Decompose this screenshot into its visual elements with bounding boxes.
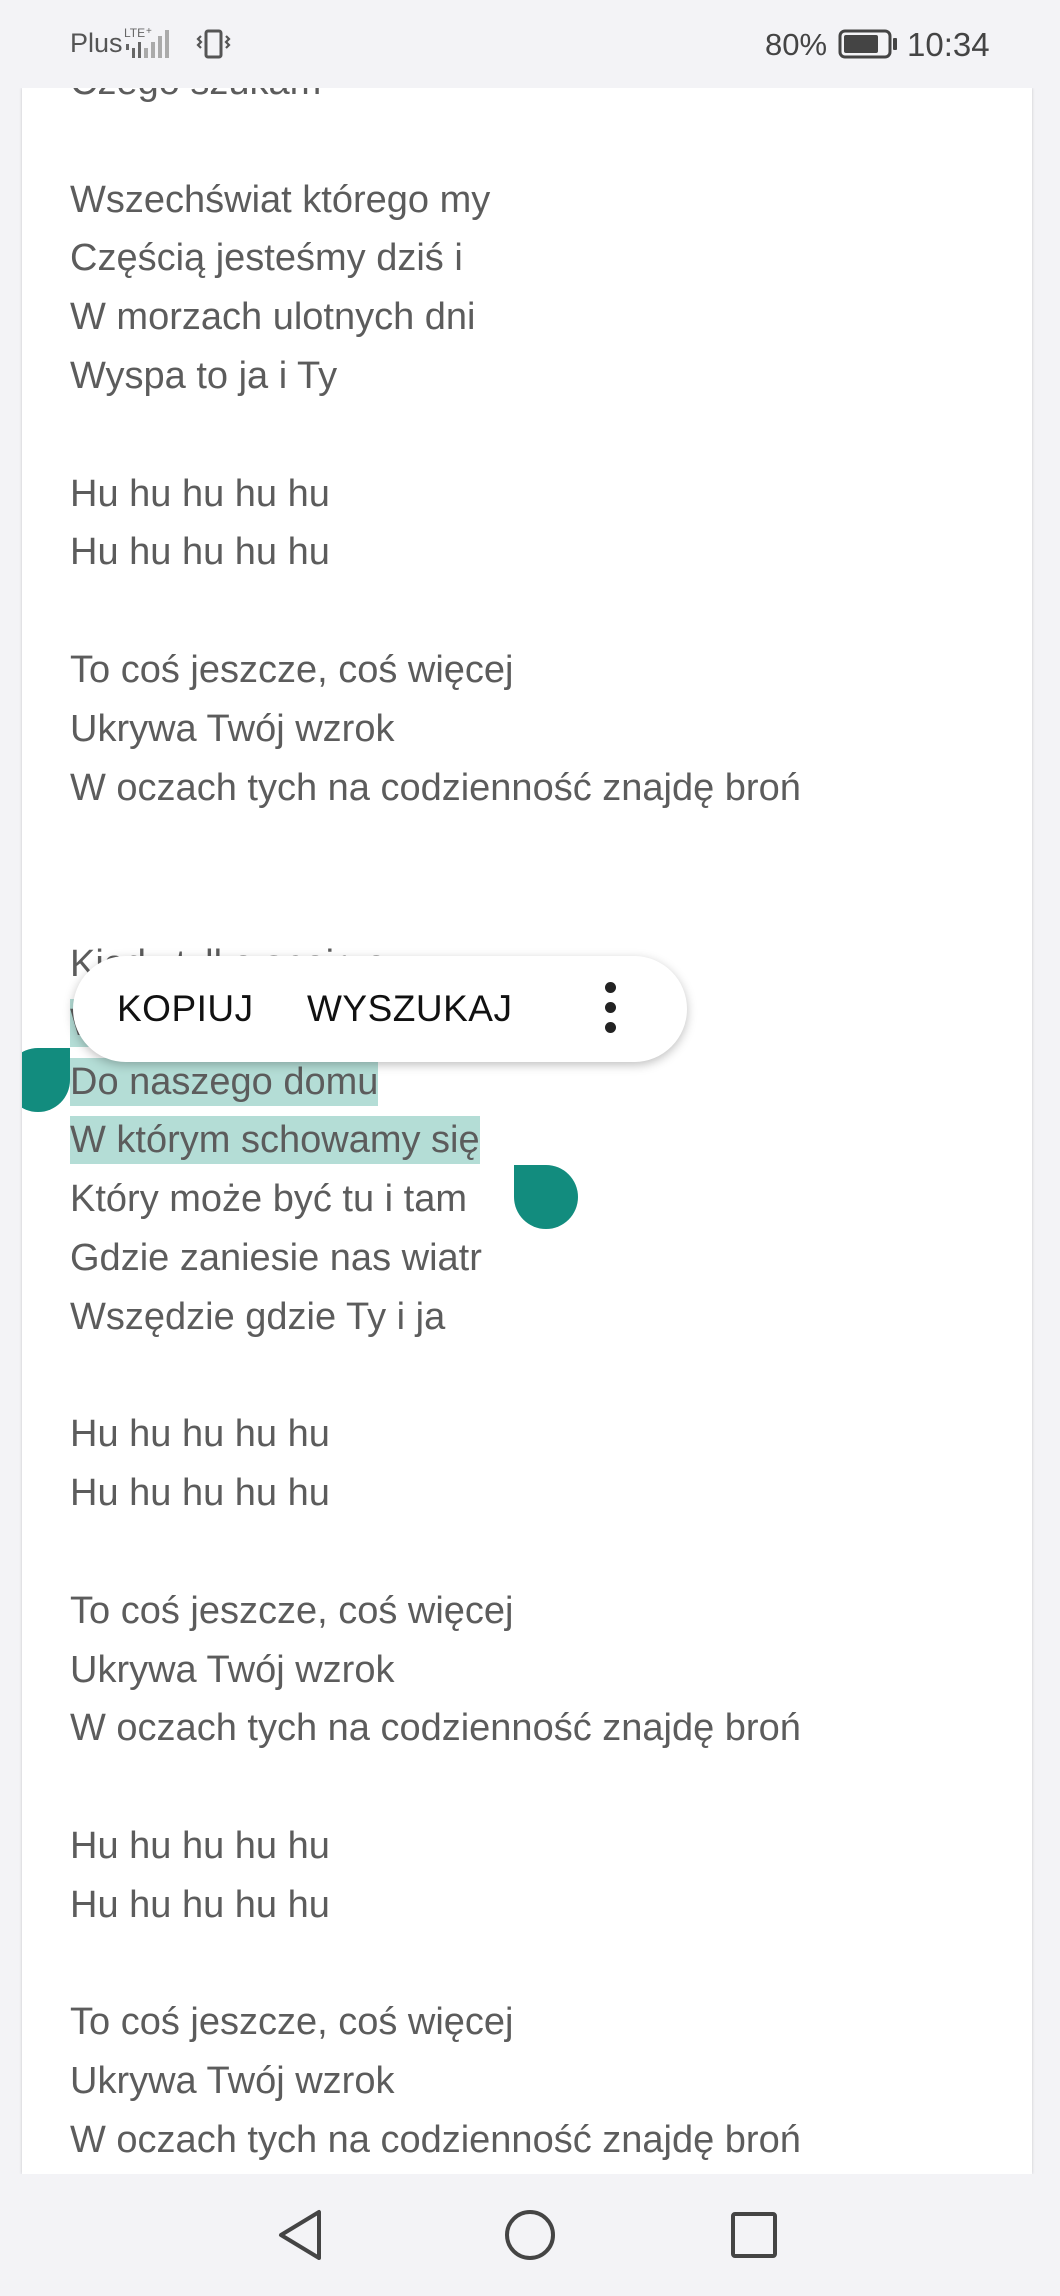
lyric-line: Wszędzie gdzie Ty i ja (70, 1295, 446, 1338)
selection-end-handle[interactable] (514, 1165, 578, 1229)
lyric-line: W morzach ulotnych dni (70, 296, 476, 339)
svg-text:LTE: LTE (124, 26, 145, 40)
back-triangle-icon[interactable] (269, 2202, 335, 2268)
lyric-line: W oczach tych na codzienność znajdę broń (70, 766, 801, 809)
lyric-line: To coś jeszcze, coś więcej (70, 649, 514, 691)
lyric-line: Hu hu hu hu hu (70, 1883, 330, 1926)
lyric-line: Hu hu hu hu hu (70, 1472, 330, 1515)
lyric-line: Częścią jesteśmy dziś i (70, 237, 463, 280)
svg-text:+: + (146, 26, 152, 37)
lyric-line: Hu hu hu hu hu (70, 1413, 330, 1456)
lyric-line: Wszechświat którego my (70, 178, 491, 221)
lyric-line: W oczach tych na codzienność znajdę broń (70, 1707, 801, 1750)
lyric-line: Hu hu hu hu hu (70, 531, 330, 574)
selection-start-handle[interactable] (22, 1048, 70, 1112)
battery-icon (838, 29, 897, 59)
search-button[interactable]: WYSZUKAJ (307, 956, 512, 1062)
lyric-line: Czego szukam (70, 88, 321, 106)
navigation-bar (0, 2174, 1060, 2296)
lyric-line: Ukrywa Twój wzrok (70, 707, 395, 750)
lyric-line: To coś jeszcze, coś więcej (70, 1589, 514, 1632)
carrier-name: Plus (70, 28, 123, 58)
lyric-line: W którym schowamy się (70, 1116, 480, 1165)
lyric-line: Ukrywa Twój wzrok (70, 1648, 395, 1691)
status-bar: Plus LTE + 80% 10:34 (0, 0, 1060, 88)
lyric-line: Gdzie zaniesie nas wiatr (70, 1237, 482, 1279)
lyric-line: Który może być tu i tam (70, 1178, 468, 1221)
lyric-line: Ukrywa Twój wzrok (70, 2060, 395, 2103)
vibrate-icon (196, 29, 231, 59)
lyric-line: To coś jeszcze, coś więcej (70, 2001, 514, 2044)
lyric-line: Do naszego domu (70, 1057, 379, 1106)
lyric-line: Hu hu hu hu hu (70, 1825, 330, 1867)
clock: 10:34 (907, 26, 990, 63)
more-vert-icon[interactable] (595, 982, 625, 1036)
copy-button[interactable]: KOPIUJ (117, 956, 254, 1062)
lte-signal-icon: LTE + (124, 26, 169, 58)
lyrics-page[interactable]: Czego szukam Wszechświat którego my Części… (22, 88, 1032, 2174)
text-selection-toolbar: KOPIUJ WYSZUKAJ (73, 956, 687, 1062)
lyric-line: Hu hu hu hu hu (70, 472, 330, 515)
lyric-line: W oczach tych na codzienność znajdę broń (70, 2119, 801, 2161)
battery-percent: 80% (765, 27, 828, 62)
recents-square-icon[interactable] (721, 2202, 787, 2268)
home-circle-icon[interactable] (497, 2202, 563, 2268)
lyric-line: Wyspa to ja i Ty (70, 355, 338, 397)
